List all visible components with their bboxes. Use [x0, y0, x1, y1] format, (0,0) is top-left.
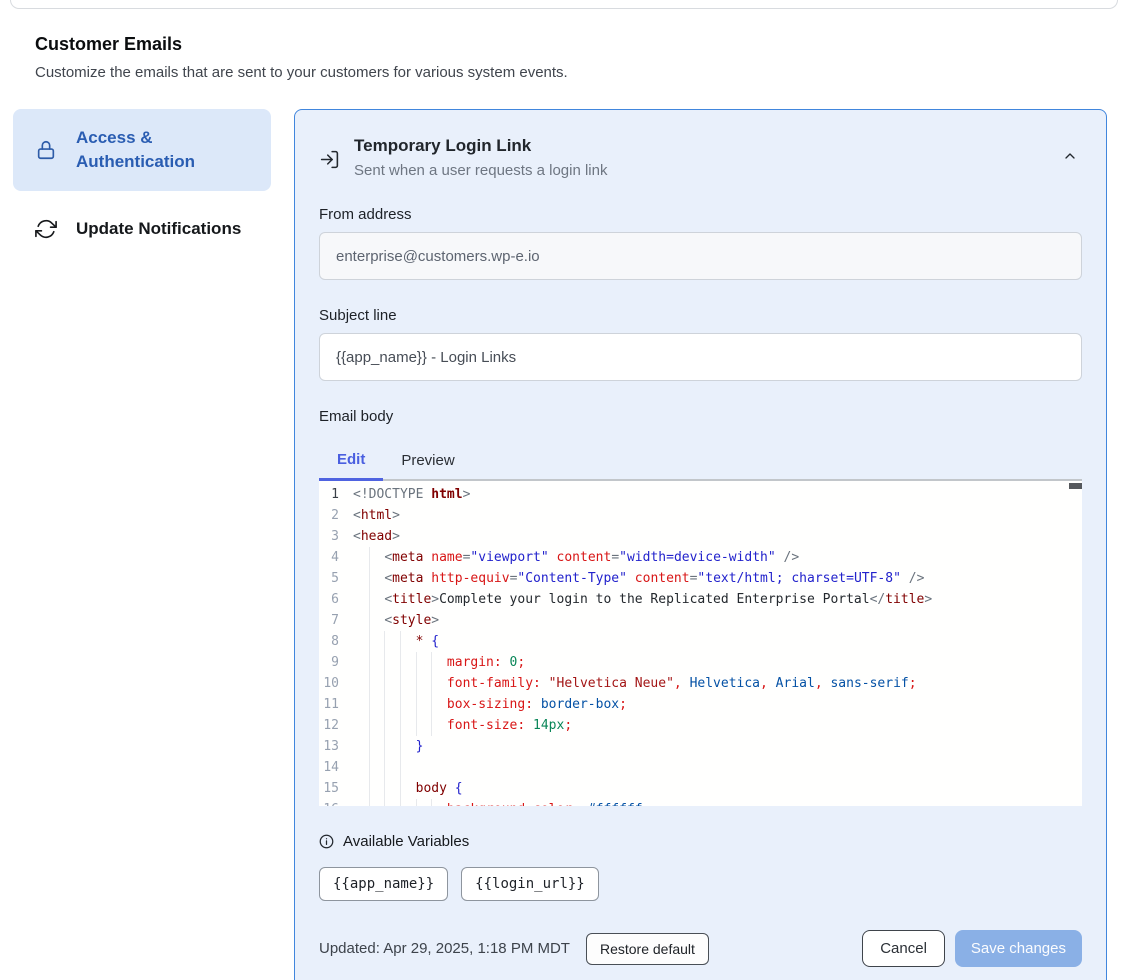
line-number: 8: [319, 631, 353, 652]
code-line: 10 font-family: "Helvetica Neue", Helvet…: [319, 673, 1082, 694]
code-line: 2<html>: [319, 505, 1082, 526]
code-line: 6 <title>Complete your login to the Repl…: [319, 589, 1082, 610]
code-line: 16 background-color: #ffffff;: [319, 799, 1082, 806]
line-number: 5: [319, 568, 353, 589]
email-body-tabs: Edit Preview: [319, 441, 1082, 481]
sidebar-item-label: Update Notifications: [76, 219, 241, 239]
temporary-login-link-panel: Temporary Login Link Sent when a user re…: [294, 109, 1107, 980]
panel-subtitle: Sent when a user requests a login link: [354, 162, 607, 179]
tab-preview[interactable]: Preview: [383, 441, 472, 479]
code-line: 15 body {: [319, 778, 1082, 799]
log-in-icon: [319, 149, 340, 179]
updated-timestamp: Updated: Apr 29, 2025, 1:18 PM MDT: [319, 940, 570, 957]
info-icon: [319, 834, 334, 849]
email-body-label: Email body: [319, 408, 1082, 425]
line-number: 15: [319, 778, 353, 799]
line-number: 14: [319, 757, 353, 778]
line-number: 1: [319, 484, 353, 505]
sidebar-item-access-authentication[interactable]: Access & Authentication: [13, 109, 271, 191]
line-number: 9: [319, 652, 353, 673]
line-number: 6: [319, 589, 353, 610]
content-area: Access & Authentication Update Notificat…: [13, 109, 1107, 980]
code-line: 3<head>: [319, 526, 1082, 547]
code-editor[interactable]: 1<!DOCTYPE html>2<html>3<head>4 <meta na…: [319, 481, 1082, 806]
code-line: 12 font-size: 14px;: [319, 715, 1082, 736]
code-line: 5 <meta http-equiv="Content-Type" conten…: [319, 568, 1082, 589]
line-number: 7: [319, 610, 353, 631]
sidebar-item-label: Access & Authentication: [76, 126, 249, 174]
code-line: 1<!DOCTYPE html>: [319, 484, 1082, 505]
save-changes-button[interactable]: Save changes: [955, 930, 1082, 967]
restore-default-button[interactable]: Restore default: [586, 933, 709, 965]
line-number: 4: [319, 547, 353, 568]
tab-edit[interactable]: Edit: [319, 441, 383, 481]
subject-line-input[interactable]: [319, 333, 1082, 381]
variable-chip-login-url[interactable]: {{login_url}}: [461, 867, 599, 901]
code-line: 9 margin: 0;: [319, 652, 1082, 673]
panel-header: Temporary Login Link Sent when a user re…: [319, 136, 1082, 179]
line-number: 2: [319, 505, 353, 526]
code-line: 11 box-sizing: border-box;: [319, 694, 1082, 715]
code-line: 13 }: [319, 736, 1082, 757]
chevron-up-icon: [1062, 148, 1078, 164]
collapse-section-button[interactable]: [1062, 148, 1078, 164]
panel-header-text: Temporary Login Link Sent when a user re…: [354, 136, 607, 179]
line-number: 13: [319, 736, 353, 757]
code-lines: 1<!DOCTYPE html>2<html>3<head>4 <meta na…: [319, 484, 1082, 806]
from-address-input[interactable]: [319, 232, 1082, 280]
variable-chip-app-name[interactable]: {{app_name}}: [319, 867, 448, 901]
from-address-label: From address: [319, 206, 1082, 223]
line-number: 12: [319, 715, 353, 736]
page-header: Customer Emails Customize the emails tha…: [35, 34, 1093, 81]
variable-chips: {{app_name}} {{login_url}}: [319, 867, 1082, 901]
panel-footer: Updated: Apr 29, 2025, 1:18 PM MDT Resto…: [319, 930, 1082, 967]
page-subtitle: Customize the emails that are sent to yo…: [35, 64, 1093, 81]
code-line: 8 * {: [319, 631, 1082, 652]
available-variables-row: Available Variables: [319, 833, 1082, 850]
cancel-button[interactable]: Cancel: [862, 930, 945, 967]
refresh-icon: [35, 218, 57, 240]
code-line: 7 <style>: [319, 610, 1082, 631]
code-line: 14: [319, 757, 1082, 778]
line-number: 10: [319, 673, 353, 694]
page-title: Customer Emails: [35, 34, 1093, 55]
subject-line-label: Subject line: [319, 307, 1082, 324]
sidebar-item-update-notifications[interactable]: Update Notifications: [13, 218, 271, 240]
line-number: 3: [319, 526, 353, 547]
available-variables-label: Available Variables: [343, 833, 469, 850]
previous-card-bottom-edge: [10, 0, 1118, 9]
line-number: 11: [319, 694, 353, 715]
editor-vertical-scrollbar[interactable]: [1069, 483, 1082, 489]
sidebar: Access & Authentication Update Notificat…: [13, 109, 271, 240]
panel-title: Temporary Login Link: [354, 136, 607, 156]
code-line: 4 <meta name="viewport" content="width=d…: [319, 547, 1082, 568]
line-number: 16: [319, 799, 353, 806]
lock-icon: [35, 139, 57, 161]
